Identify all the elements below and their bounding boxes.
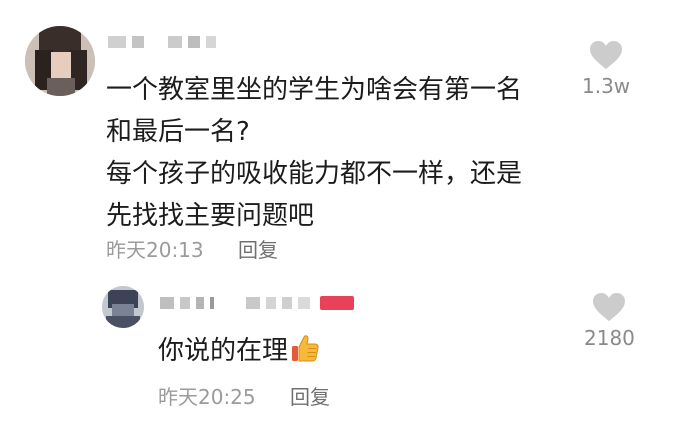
like-button[interactable]: 1.3w bbox=[582, 40, 630, 98]
comment-time: 昨天20:13 bbox=[106, 238, 204, 262]
comment-text: 一个教室里坐的学生为啥会有第一名 和最后一名? 每个孩子的吸收能力都不一样，还是… bbox=[106, 69, 522, 237]
comment-text: 你说的在理 bbox=[158, 330, 320, 372]
badge-icon bbox=[320, 296, 354, 310]
username-redacted[interactable] bbox=[160, 296, 354, 310]
comment-text-line: 一个教室里坐的学生为啥会有第一名 bbox=[106, 75, 523, 105]
comment-text-line: 和最后一名? bbox=[106, 117, 250, 147]
comment-meta: 昨天20:25 回复 bbox=[158, 381, 330, 410]
comment-meta: 昨天20:13 回复 bbox=[106, 234, 278, 263]
thumbs-up-emoji bbox=[292, 335, 319, 362]
comment-time: 昨天20:25 bbox=[158, 385, 256, 409]
like-count: 1.3w bbox=[582, 74, 631, 98]
like-count: 2180 bbox=[584, 326, 635, 350]
username-redacted[interactable] bbox=[108, 36, 216, 48]
comment-text-line: 你说的在理 bbox=[158, 336, 289, 366]
reply-button[interactable]: 回复 bbox=[290, 385, 330, 409]
comment-text-line: 先找找主要问题吧 bbox=[106, 201, 315, 231]
comment-text-line: 每个孩子的吸收能力都不一样，还是 bbox=[106, 159, 523, 189]
heart-icon bbox=[590, 41, 623, 69]
avatar[interactable] bbox=[25, 26, 95, 96]
reply-button[interactable]: 回复 bbox=[238, 238, 278, 262]
like-button[interactable]: 2180 bbox=[584, 292, 635, 350]
avatar[interactable] bbox=[102, 286, 144, 328]
heart-icon bbox=[593, 293, 626, 321]
